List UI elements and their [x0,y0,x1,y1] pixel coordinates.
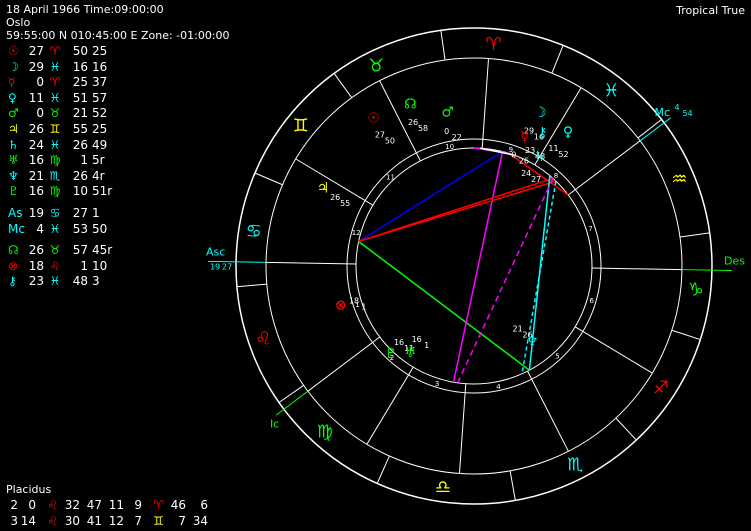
chart-planet-minute: 50 [385,136,395,145]
chart-planet-icon: ♃ [317,180,330,196]
wheel-ring [265,57,683,475]
imum-coeli-label: Ic [270,417,279,430]
chart-planet-degree: 0 [444,127,449,136]
house-number: 8 [554,172,558,180]
chart-planet-minute: 27 [531,175,541,184]
house-cusp-line [567,140,641,196]
pisces-icon: ♓ [603,80,619,101]
sign-divider [278,384,304,403]
house-number: 11 [386,173,395,181]
chart-planet-minute: 26 [523,331,533,340]
chart-planet-icon: ☽ [534,105,547,121]
chart-planet-icon: ♇ [385,346,398,362]
midheaven-minute: 54 [682,109,692,118]
house-cusp-line [366,366,414,445]
house-number: 6 [590,297,595,305]
cancer-icon: ♋ [246,221,262,242]
chart-planet-minute: 55 [340,199,350,208]
scorpio-icon: ♏ [567,455,583,476]
chart-planet-minute: 22 [452,133,462,142]
sign-divider [551,45,564,74]
chart-planet-degree: 26 [330,193,340,202]
wheel-ring [235,27,713,505]
taurus-icon: ♉ [368,56,384,77]
descendant-axis [681,269,732,272]
house-number: 12 [352,229,361,237]
house-cusp-line [574,326,653,374]
chart-planet-minute: 26 [519,157,529,166]
house-cusp-line [591,267,682,271]
sign-divider [679,232,710,238]
chart-planet-icon: ♄ [533,149,546,165]
chart-planet-degree: 11 [548,144,558,153]
chart-planet-degree: 24 [521,169,531,178]
aspect-line [452,151,504,383]
descendant-label: Des [724,255,745,268]
libra-icon: ♎ [435,477,451,498]
chart-planet-minute: 1 [361,303,366,312]
aquarius-icon: ♒ [671,169,687,190]
sign-divider [637,119,662,139]
chart-wheel[interactable]: ♈♉♊♋♌♍♎♏♐♑♒♓ 123 456789101112 ☉2750☊2658♂… [0,0,751,531]
chart-planet-degree: 16 [412,335,422,344]
aspect-line [358,180,557,243]
ascendant-label: Asc [206,245,225,258]
house-number: 4 [496,383,501,391]
chart-planet-minute: 58 [418,124,428,133]
house-cusp-line [458,383,467,474]
sign-divider [509,470,516,501]
chart-planet-minute: 1 [424,341,429,350]
house-number: 5 [555,353,559,361]
house-cusp-line [307,336,381,392]
sign-divider [333,73,353,99]
chart-planet-degree: 18 [349,297,359,306]
chart-planet-icon: ⊗ [335,297,347,313]
leo-icon: ♌ [255,329,271,350]
wheel-rings [235,27,713,505]
house-lines: 123 456789101112 [266,58,682,474]
sign-divider [671,329,701,341]
house-cusp-line [266,261,357,265]
chart-planet-icon: ☊ [404,96,416,112]
house-number: 3 [435,380,439,388]
house-number: 7 [588,225,592,233]
capricorn-icon: ♑ [688,279,704,300]
aspect-line [358,150,503,243]
chart-planet-icon: ☿ [520,129,529,145]
chart-planet-degree: 26 [408,118,418,127]
sign-divider [615,417,637,441]
aries-icon: ♈ [485,34,501,55]
chart-planet-icon: ⚷ [537,125,547,141]
chart-planet-degree: 0 [511,151,516,160]
imum-coeli-axis [275,390,309,416]
midheaven-axis [639,117,671,142]
sign-divider [254,172,283,186]
midheaven-label: Mc [654,106,670,119]
house-cusp-line [527,370,569,452]
virgo-icon: ♍ [317,422,333,443]
sign-divider [440,30,446,61]
chart-planet-degree: 16 [394,338,404,347]
zodiac-sign-ring: ♈ ♉ ♊ ♋ ♌ ♍ ♎ ♏ ♐ ♑ ♒ ♓ [236,30,710,501]
midheaven-degree: 4 [674,103,679,112]
house-number: 10 [445,143,454,151]
sign-divider [376,455,390,484]
chart-planet-icon: ♀ [563,125,573,141]
ascendant-degree: 19 [210,262,220,271]
chart-planet-icon: ♅ [404,345,417,361]
chart-planet-degree: 27 [375,130,385,139]
sign-divider [236,283,267,288]
chart-planet-icon: ☉ [367,111,380,127]
chart-planet-minute: 52 [558,150,568,159]
gemini-icon: ♊ [293,116,309,137]
ascendant-minute: 27 [222,262,232,271]
chart-planet-icon: ♂ [441,104,454,120]
chart-planet-degree: 21 [513,325,523,334]
house-cusp-line [481,58,490,149]
sagittarius-icon: ♐ [653,377,669,398]
